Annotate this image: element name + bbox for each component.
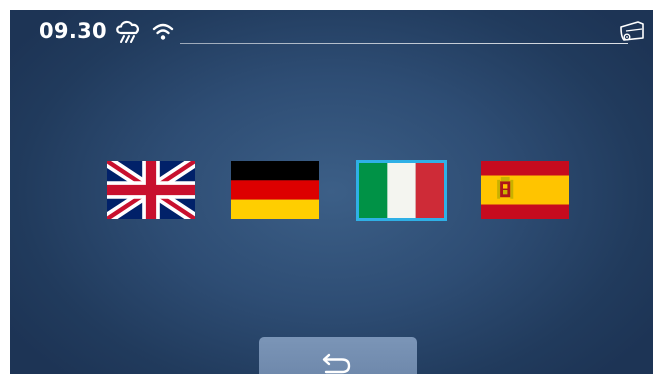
italy-flag[interactable] [356,160,447,221]
spain-flag[interactable] [481,161,569,219]
language-selector [10,10,653,374]
germany-flag-icon [231,161,319,219]
germany-flag[interactable] [231,161,319,219]
back-arrow-icon [322,353,351,374]
uk-flag-icon [107,161,195,219]
back-button[interactable] [259,337,417,374]
uk-flag[interactable] [107,161,195,219]
spain-flag-icon [481,161,569,219]
language-screen: 09.30 [10,10,653,374]
spain-coat-of-arms-icon [497,176,514,199]
italy-flag-icon [359,163,444,218]
